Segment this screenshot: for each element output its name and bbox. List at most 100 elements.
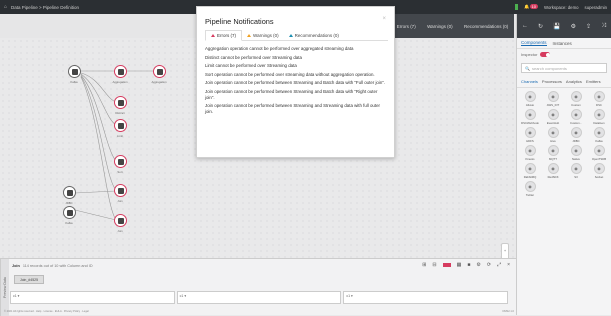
inspector-toggle[interactable] [540,52,551,57]
notifications-icon[interactable]: 🔔 10 [524,4,538,10]
component-icon: ◉ [524,127,536,138]
component-icon: ◉ [593,91,605,102]
error-indicator[interactable] [442,263,451,267]
save-icon[interactable]: 💾 [553,23,560,30]
component-item[interactable]: ◉ HDFS [519,127,541,143]
component-item[interactable]: ◉ Alluxio [519,91,541,107]
component-item[interactable]: ◉ MQTT [542,145,564,161]
aggregation-icon [117,68,124,75]
notification-badge: 10 [529,4,538,9]
pipeline-node-join[interactable] [114,184,127,197]
category-emitters[interactable]: Emitters [586,79,601,84]
pipeline-node-sort[interactable] [114,155,127,168]
component-icon: ◉ [593,109,605,120]
component-item[interactable]: ◉ RedShift [542,163,564,179]
zoom-in-icon[interactable]: + [504,248,506,253]
column-select[interactable]: c1 ▾ [176,291,342,304]
inspector-label: Inspector [521,52,538,57]
node-label: Distinct [115,111,125,115]
pipeline-node-kafka-source[interactable] [68,65,81,78]
category-processors[interactable]: Processors [542,79,562,84]
pipeline-node-aggregation-2[interactable] [153,65,166,78]
category-analytics[interactable]: Analytics [566,79,582,84]
component-item[interactable]: ◉ DSC [588,91,610,107]
component-item[interactable]: ◉ DSCWebhook [519,109,541,125]
footer: © 2021 All rights reserved · Help · Lice… [0,310,516,315]
pipeline-node-jdbc[interactable] [63,186,76,199]
component-icon: ◉ [547,145,559,156]
pipeline-node-kafka-2[interactable] [63,206,76,219]
component-icon: ◉ [570,127,582,138]
component-item[interactable]: ◉ OpenTSDB [588,145,610,161]
component-item[interactable]: ◉ Kafka [588,127,610,143]
expand-icon[interactable]: ⊟ [432,262,436,268]
component-item[interactable]: ◉ Custom [565,91,587,107]
tab-instances[interactable]: Instances [553,41,572,46]
table-icon[interactable]: ▦ [457,262,462,268]
shuffle-icon[interactable]: ⤨ [601,23,606,30]
component-item[interactable]: ◉ Native [565,145,587,161]
pipeline-node-distinct[interactable] [114,96,127,109]
component-item[interactable]: ◉ Kinesis [519,145,541,161]
node-label: Join [117,199,123,203]
component-item[interactable]: ◉ RabbitMQ [519,163,541,179]
breadcrumb[interactable]: Data Pipeline > Pipeline Definition [11,5,79,10]
notification-item: Distinct cannot be performed over Stream… [205,54,302,60]
back-icon[interactable]: ← [522,23,528,29]
component-icon: ◉ [570,109,582,120]
pipeline-node-aggregation[interactable] [114,65,127,78]
node-label: Kafka [70,80,78,84]
user-menu[interactable]: superadmin [585,5,607,10]
component-item[interactable]: ◉ S3 [565,163,587,179]
component-item[interactable]: ◉ DataGen [588,109,610,125]
component-item[interactable]: ◉ Twitter [519,181,541,197]
maximize-icon[interactable]: ⤢ [497,262,501,268]
notification-item: Limit cannot be performed over Streaming… [205,63,297,68]
pipeline-node-limit[interactable] [114,119,127,132]
errors-link[interactable]: Errors (7) [397,24,416,29]
tab-components[interactable]: Components [521,40,547,46]
home-icon[interactable]: ⌂ [4,4,7,10]
component-item[interactable]: ◉ Custom... [565,109,587,125]
close-icon[interactable]: × [382,16,386,22]
component-item[interactable]: ◉ Socket [588,163,610,179]
kafka-icon [66,209,73,216]
node-label: Sort [117,170,123,174]
gear-icon[interactable]: ⚙ [476,262,480,268]
distinct-icon [117,99,124,106]
preview-subtitle: 114 records out of 10 with Column and ID [22,263,93,268]
tab-recommendations[interactable]: Recommendations (0) [284,30,344,41]
component-item[interactable]: ◉ Hive [542,127,564,143]
tab-warnings[interactable]: Warnings (0) [242,30,284,41]
warnings-link[interactable]: Warnings (0) [427,24,453,29]
notification-item: Aggregation operation cannot be performe… [205,46,354,51]
component-item[interactable]: ◉ JDBC [565,127,587,143]
upload-icon[interactable]: ⇪ [586,23,591,30]
recommendations-link[interactable]: Recommendations (0) [464,24,508,29]
version-label: DMS2.1.0 [502,310,514,313]
column-select[interactable]: c1 ▾ [10,291,175,304]
reload-icon[interactable]: ↻ [538,23,543,30]
component-icon: ◉ [547,163,559,174]
error-icon [211,34,215,37]
component-icon: ◉ [570,163,582,174]
tab-errors[interactable]: Errors (7) [205,30,242,41]
split-icon[interactable]: ⊞ [422,262,426,268]
node-label: Aggregation [151,80,167,84]
limit-icon [117,122,124,129]
preview-node-tab[interactable]: Join_#4525 [14,275,44,284]
database-icon [66,189,73,196]
category-channels[interactable]: Channels [521,79,538,84]
column-select[interactable]: c1 ▾ [343,291,509,304]
component-item[interactable]: ◉ AWS_IOT [542,91,564,107]
component-search[interactable]: 🔍 search components [521,63,607,73]
close-icon[interactable]: × [507,262,510,268]
notification-list: Aggregation operation cannot be performe… [205,46,388,118]
workspace-label[interactable]: Workspace: demo [544,5,579,10]
refresh-icon[interactable]: ⟳ [487,262,491,268]
settings-icon[interactable]: ⚙ [571,23,576,30]
pipeline-node-join-2[interactable] [114,214,127,227]
status-indicator [515,4,519,10]
stop-icon[interactable]: ■ [467,262,470,268]
component-item[interactable]: ◉ EventHub [542,109,564,125]
